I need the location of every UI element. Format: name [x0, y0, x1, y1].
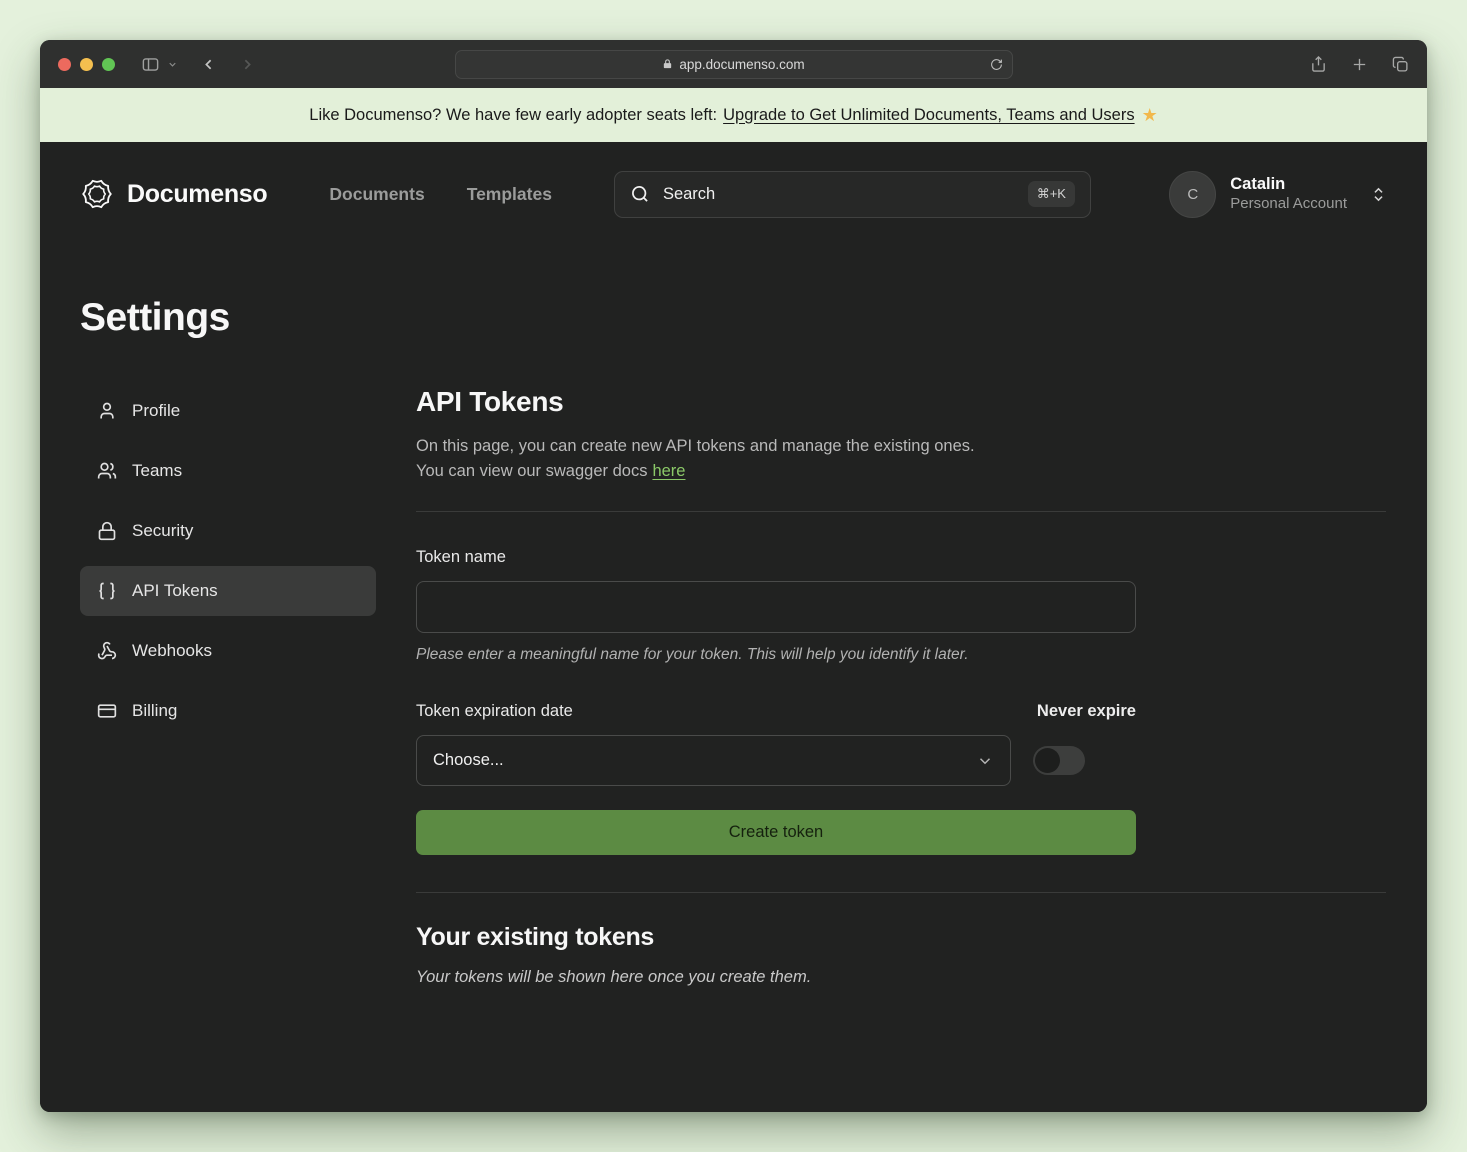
search-placeholder: Search [663, 185, 715, 204]
sidebar-item-api-tokens[interactable]: API Tokens [80, 566, 376, 616]
braces-icon [97, 581, 117, 601]
lock-icon [662, 58, 673, 70]
expiration-field: Token expiration date Never expire Choos… [416, 702, 1136, 786]
token-name-field: Token name Please enter a meaningful nam… [416, 548, 1386, 664]
chevrons-up-down-icon [1370, 186, 1387, 203]
reload-icon[interactable] [990, 58, 1003, 71]
sidebar-item-security[interactable]: Security [80, 506, 376, 556]
sidebar-item-label: API Tokens [132, 581, 218, 601]
window-controls [58, 58, 115, 71]
user-icon [97, 401, 117, 421]
sidebar-item-label: Teams [132, 461, 182, 481]
sidebar-toggle-icon[interactable] [141, 55, 160, 74]
avatar: C [1169, 171, 1216, 218]
users-icon [97, 461, 117, 481]
existing-tokens-empty-text: Your tokens will be shown here once you … [416, 968, 1386, 987]
titlebar-right-icons [1310, 55, 1409, 73]
sidebar-item-label: Profile [132, 401, 180, 421]
app-header: Documenso Documents Templates Search ⌘+K… [40, 142, 1427, 246]
zoom-window-button[interactable] [102, 58, 115, 71]
promo-text: Like Documenso? We have few early adopte… [309, 106, 717, 125]
section-description-line2: You can view our swagger docshere [416, 459, 1386, 484]
minimize-window-button[interactable] [80, 58, 93, 71]
divider [416, 511, 1386, 512]
browser-window: app.documenso.com Like Documenso? We hav… [40, 40, 1427, 1112]
search-shortcut-badge: ⌘+K [1028, 181, 1075, 207]
sidebar-chevron-icon[interactable] [167, 59, 178, 70]
app-content: Documenso Documents Templates Search ⌘+K… [40, 142, 1427, 1112]
forward-icon[interactable] [239, 56, 256, 73]
account-type: Personal Account [1230, 195, 1347, 214]
account-name: Catalin [1230, 174, 1347, 195]
share-icon[interactable] [1310, 55, 1327, 73]
search-icon [630, 184, 650, 204]
token-name-help: Please enter a meaningful name for your … [416, 646, 1386, 664]
chevron-down-icon [976, 752, 994, 770]
nav-templates[interactable]: Templates [467, 184, 552, 205]
search-input[interactable]: Search ⌘+K [614, 171, 1091, 218]
star-icon: ★ [1142, 105, 1158, 126]
webhook-icon [97, 641, 117, 661]
token-name-label: Token name [416, 548, 1386, 567]
main-nav: Documents Templates [329, 184, 552, 205]
upgrade-link[interactable]: Upgrade to Get Unlimited Documents, Team… [723, 106, 1134, 125]
section-title: API Tokens [416, 386, 1386, 418]
never-expire-label: Never expire [1037, 702, 1136, 721]
expiration-select[interactable]: Choose... [416, 735, 1011, 786]
swagger-docs-link[interactable]: here [652, 462, 685, 480]
credit-card-icon [97, 701, 117, 721]
settings-page: Settings Profile Teams [40, 296, 1427, 987]
sidebar-item-label: Billing [132, 701, 177, 721]
section-description-line1: On this page, you can create new API tok… [416, 434, 1386, 459]
lock-icon [97, 521, 117, 541]
sidebar-item-webhooks[interactable]: Webhooks [80, 626, 376, 676]
api-tokens-section: API Tokens On this page, you can create … [416, 386, 1386, 987]
new-tab-icon[interactable] [1351, 56, 1368, 73]
documenso-logo-icon [80, 177, 114, 211]
existing-tokens-heading: Your existing tokens [416, 923, 1386, 952]
brand-name: Documenso [127, 180, 267, 209]
tab-overview-icon[interactable] [1392, 56, 1409, 73]
expiration-label: Token expiration date [416, 702, 573, 721]
sidebar-item-label: Security [132, 521, 193, 541]
back-icon[interactable] [200, 56, 217, 73]
sidebar-item-label: Webhooks [132, 641, 212, 661]
toggle-knob [1035, 748, 1060, 773]
browser-titlebar: app.documenso.com [40, 40, 1427, 88]
settings-sidebar: Profile Teams Security [80, 386, 376, 987]
close-window-button[interactable] [58, 58, 71, 71]
create-token-button[interactable]: Create token [416, 810, 1136, 855]
token-name-input[interactable] [416, 581, 1136, 633]
sidebar-item-profile[interactable]: Profile [80, 386, 376, 436]
never-expire-toggle[interactable] [1033, 746, 1085, 775]
sidebar-item-teams[interactable]: Teams [80, 446, 376, 496]
sidebar-item-billing[interactable]: Billing [80, 686, 376, 736]
promo-banner: Like Documenso? We have few early adopte… [40, 88, 1427, 142]
brand-logo[interactable]: Documenso [80, 177, 267, 211]
account-menu[interactable]: C Catalin Personal Account [1169, 171, 1387, 218]
page-title: Settings [80, 296, 1387, 340]
account-info: Catalin Personal Account [1230, 174, 1347, 213]
address-bar[interactable]: app.documenso.com [455, 50, 1013, 79]
expiration-selected-value: Choose... [433, 751, 504, 770]
divider [416, 892, 1386, 893]
url-text: app.documenso.com [679, 57, 804, 72]
nav-documents[interactable]: Documents [329, 184, 424, 205]
